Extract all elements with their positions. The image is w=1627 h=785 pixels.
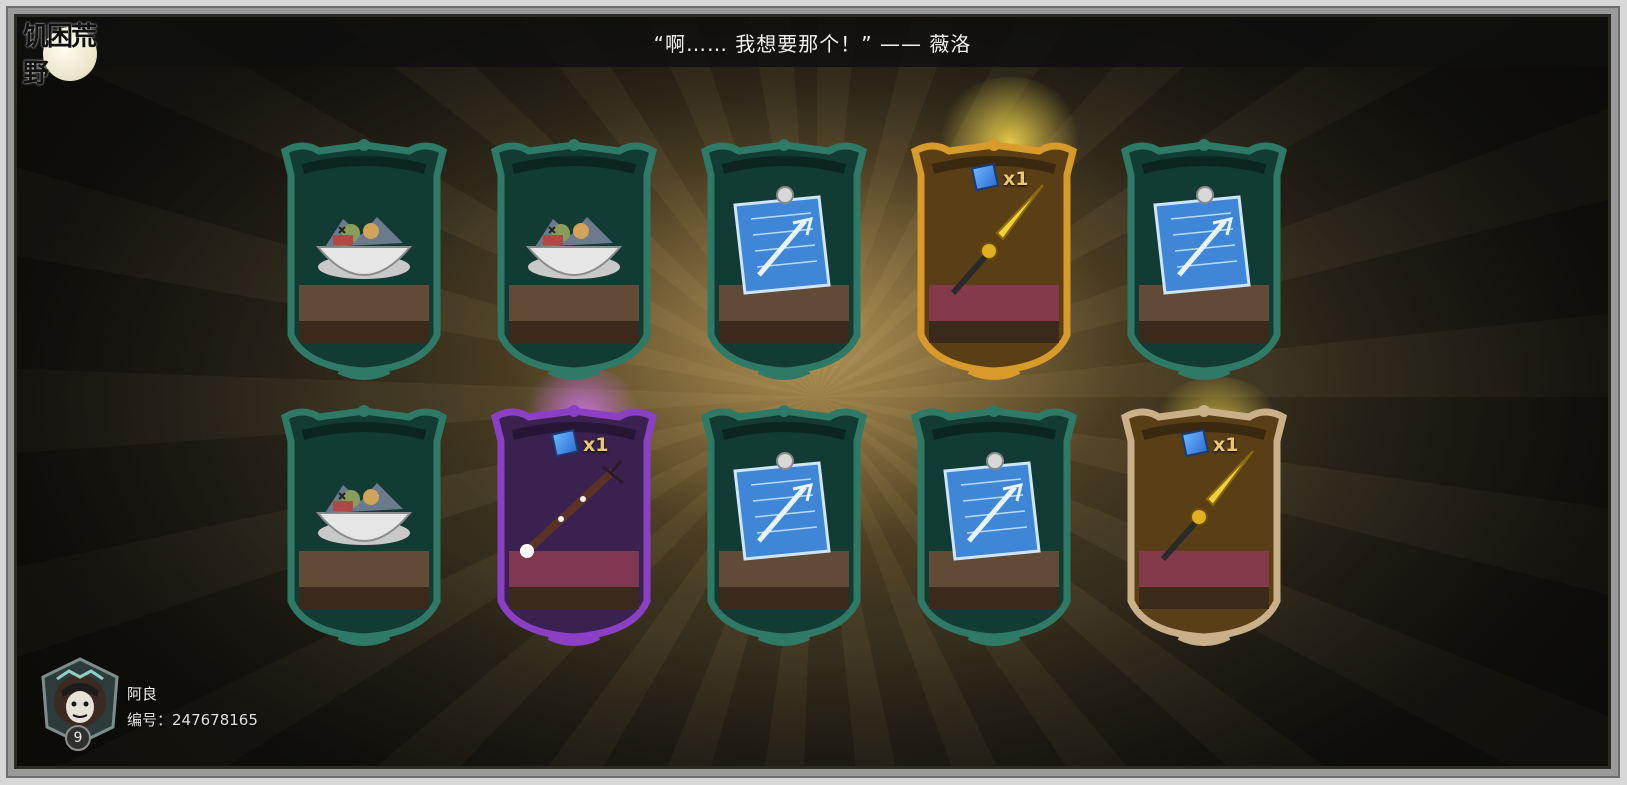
reward-card-food-bowl[interactable] (483, 135, 665, 383)
reward-card-golden-spear[interactable]: x1 (903, 135, 1085, 383)
reward-card-golden-spear[interactable]: x1 (1113, 401, 1295, 649)
reward-card-blueprint[interactable] (903, 401, 1085, 649)
level-badge: 9 (65, 725, 91, 751)
reward-scene: “啊…… 我想要那个！” —— 薇洛 饥困荒野 x1 x1 x1 9 阿良 编号… (14, 14, 1611, 769)
logo-text: 饥困荒野 (23, 22, 97, 89)
reward-card-blueprint[interactable] (693, 401, 875, 649)
game-logo: 饥困荒野 (23, 21, 115, 89)
reward-card-blueprint[interactable] (1113, 135, 1295, 383)
quantity-label: x1 (1213, 434, 1239, 456)
top-bar: “啊…… 我想要那个！” —— 薇洛 (17, 17, 1608, 67)
quantity-label: x1 (1003, 168, 1029, 190)
player-name: 阿良 (127, 685, 158, 703)
player-id: 编号：247678165 (127, 711, 258, 729)
quantity-label: x1 (583, 434, 609, 456)
blueprint-icon (970, 162, 1000, 192)
reward-card-food-bowl[interactable] (273, 401, 455, 649)
player-info: 9 阿良 编号：247678165 (39, 653, 279, 753)
blueprint-icon (1180, 428, 1210, 458)
reward-card-food-bowl[interactable] (273, 135, 455, 383)
reward-card-dark-staff[interactable]: x1 (483, 401, 665, 649)
blueprint-icon (550, 428, 580, 458)
character-quote: “啊…… 我想要那个！” —— 薇洛 (653, 31, 972, 56)
reward-card-blueprint[interactable] (693, 135, 875, 383)
